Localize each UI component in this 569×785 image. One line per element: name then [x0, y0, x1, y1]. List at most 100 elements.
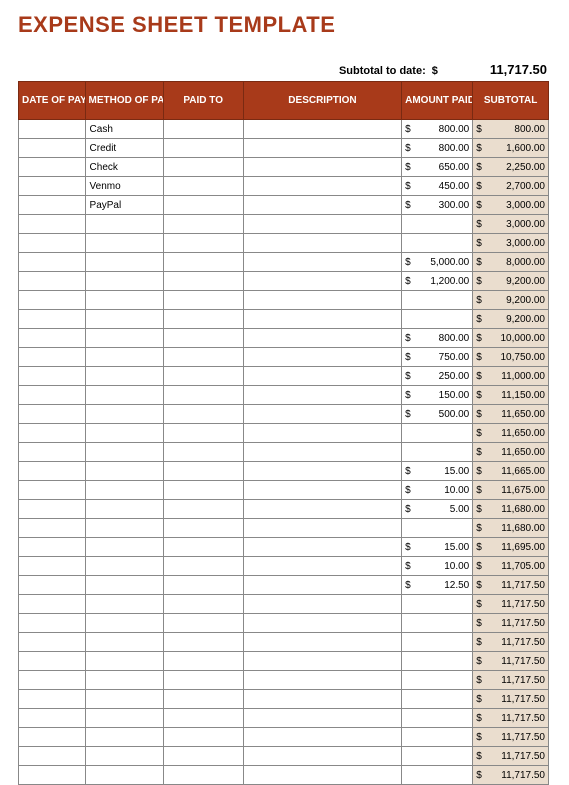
cell-date[interactable] — [19, 215, 86, 234]
cell-date[interactable] — [19, 367, 86, 386]
cell-description[interactable] — [243, 633, 401, 652]
cell-method[interactable] — [85, 652, 163, 671]
cell-paid-to[interactable] — [163, 595, 243, 614]
cell-method[interactable] — [85, 500, 163, 519]
cell-method[interactable] — [85, 671, 163, 690]
cell-method[interactable] — [85, 253, 163, 272]
cell-date[interactable] — [19, 557, 86, 576]
cell-paid-to[interactable] — [163, 576, 243, 595]
cell-date[interactable] — [19, 709, 86, 728]
cell-method[interactable] — [85, 348, 163, 367]
cell-amount[interactable] — [402, 519, 473, 538]
cell-paid-to[interactable] — [163, 481, 243, 500]
cell-description[interactable] — [243, 348, 401, 367]
cell-description[interactable] — [243, 443, 401, 462]
cell-amount[interactable]: $300.00 — [402, 196, 473, 215]
cell-amount[interactable] — [402, 671, 473, 690]
cell-paid-to[interactable] — [163, 557, 243, 576]
cell-description[interactable] — [243, 671, 401, 690]
cell-method[interactable] — [85, 481, 163, 500]
cell-amount[interactable] — [402, 652, 473, 671]
cell-paid-to[interactable] — [163, 196, 243, 215]
cell-description[interactable] — [243, 462, 401, 481]
cell-method[interactable] — [85, 766, 163, 785]
cell-method[interactable] — [85, 215, 163, 234]
cell-paid-to[interactable] — [163, 272, 243, 291]
cell-method[interactable] — [85, 728, 163, 747]
cell-method[interactable] — [85, 633, 163, 652]
cell-date[interactable] — [19, 253, 86, 272]
cell-paid-to[interactable] — [163, 348, 243, 367]
cell-description[interactable] — [243, 215, 401, 234]
cell-paid-to[interactable] — [163, 519, 243, 538]
cell-amount[interactable] — [402, 633, 473, 652]
cell-paid-to[interactable] — [163, 405, 243, 424]
cell-paid-to[interactable] — [163, 120, 243, 139]
cell-date[interactable] — [19, 747, 86, 766]
cell-method[interactable] — [85, 462, 163, 481]
cell-method[interactable] — [85, 329, 163, 348]
cell-amount[interactable]: $15.00 — [402, 538, 473, 557]
cell-paid-to[interactable] — [163, 158, 243, 177]
cell-date[interactable] — [19, 424, 86, 443]
cell-amount[interactable]: $500.00 — [402, 405, 473, 424]
cell-description[interactable] — [243, 709, 401, 728]
cell-amount[interactable]: $800.00 — [402, 120, 473, 139]
cell-description[interactable] — [243, 386, 401, 405]
cell-date[interactable] — [19, 500, 86, 519]
cell-amount[interactable] — [402, 766, 473, 785]
cell-description[interactable] — [243, 177, 401, 196]
cell-date[interactable] — [19, 633, 86, 652]
cell-description[interactable] — [243, 196, 401, 215]
cell-amount[interactable]: $750.00 — [402, 348, 473, 367]
cell-description[interactable] — [243, 272, 401, 291]
cell-paid-to[interactable] — [163, 709, 243, 728]
cell-method[interactable]: Cash — [85, 120, 163, 139]
cell-description[interactable] — [243, 139, 401, 158]
cell-method[interactable] — [85, 519, 163, 538]
cell-date[interactable] — [19, 614, 86, 633]
cell-amount[interactable]: $10.00 — [402, 481, 473, 500]
cell-amount[interactable] — [402, 424, 473, 443]
cell-amount[interactable] — [402, 310, 473, 329]
cell-date[interactable] — [19, 690, 86, 709]
cell-amount[interactable] — [402, 291, 473, 310]
cell-paid-to[interactable] — [163, 215, 243, 234]
cell-description[interactable] — [243, 747, 401, 766]
cell-amount[interactable] — [402, 215, 473, 234]
cell-paid-to[interactable] — [163, 177, 243, 196]
cell-description[interactable] — [243, 500, 401, 519]
cell-date[interactable] — [19, 405, 86, 424]
cell-method[interactable] — [85, 272, 163, 291]
cell-date[interactable] — [19, 443, 86, 462]
cell-method[interactable] — [85, 595, 163, 614]
cell-paid-to[interactable] — [163, 766, 243, 785]
cell-date[interactable] — [19, 595, 86, 614]
cell-paid-to[interactable] — [163, 728, 243, 747]
cell-method[interactable] — [85, 367, 163, 386]
cell-date[interactable] — [19, 139, 86, 158]
cell-paid-to[interactable] — [163, 500, 243, 519]
cell-amount[interactable]: $5.00 — [402, 500, 473, 519]
cell-date[interactable] — [19, 386, 86, 405]
cell-date[interactable] — [19, 348, 86, 367]
cell-amount[interactable]: $10.00 — [402, 557, 473, 576]
cell-date[interactable] — [19, 728, 86, 747]
cell-description[interactable] — [243, 481, 401, 500]
cell-amount[interactable] — [402, 728, 473, 747]
cell-date[interactable] — [19, 272, 86, 291]
cell-method[interactable] — [85, 291, 163, 310]
cell-method[interactable] — [85, 386, 163, 405]
cell-paid-to[interactable] — [163, 424, 243, 443]
cell-method[interactable] — [85, 747, 163, 766]
cell-method[interactable] — [85, 690, 163, 709]
cell-description[interactable] — [243, 557, 401, 576]
cell-paid-to[interactable] — [163, 386, 243, 405]
cell-paid-to[interactable] — [163, 139, 243, 158]
cell-paid-to[interactable] — [163, 291, 243, 310]
cell-amount[interactable]: $1,200.00 — [402, 272, 473, 291]
cell-paid-to[interactable] — [163, 671, 243, 690]
cell-date[interactable] — [19, 766, 86, 785]
cell-method[interactable] — [85, 614, 163, 633]
cell-date[interactable] — [19, 310, 86, 329]
